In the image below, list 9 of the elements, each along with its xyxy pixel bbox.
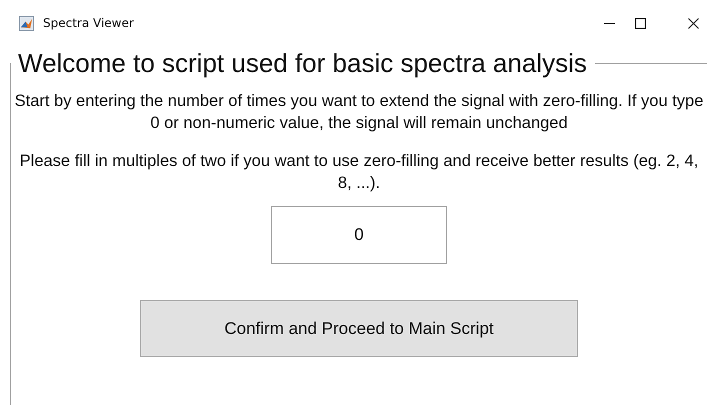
instruction-text: Start by entering the number of times you want to extend the signal with zero-filling. If you type 0 or non-numeric value, the signal will remain unchanged: [14, 91, 704, 134]
confirm-button[interactable]: Confirm and Proceed to Main Script: [140, 300, 578, 357]
maximize-icon[interactable]: [635, 18, 646, 28]
close-icon[interactable]: [688, 18, 699, 28]
input-field[interactable]: 0: [271, 206, 447, 264]
window-title: Spectra Viewer: [43, 16, 134, 30]
instruction-text: Please fill in multiples of two if you want to use zero-filling and receive better results (eg. 2, 4, 8, ...).: [18, 151, 700, 194]
panel-title: Welcome to script used for basic spectra analysis: [17, 48, 588, 78]
app-icon: [19, 16, 34, 30]
